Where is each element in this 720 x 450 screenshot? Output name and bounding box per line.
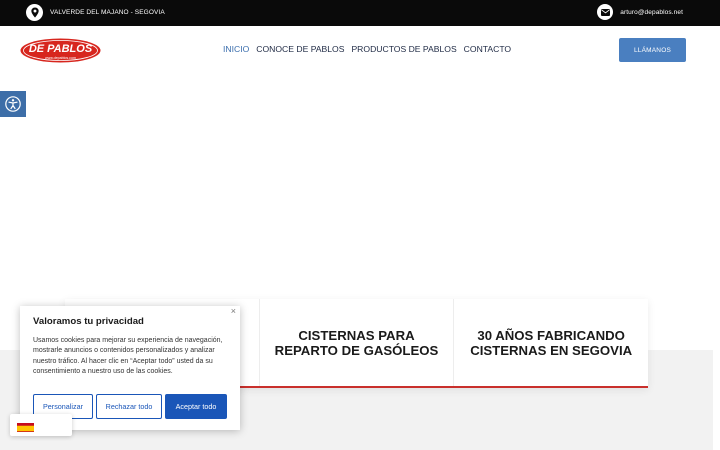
reject-all-button[interactable]: Rechazar todo: [96, 394, 162, 419]
nav-contacto[interactable]: CONTACTO: [464, 44, 511, 54]
call-button[interactable]: LLÁMANOS: [619, 38, 686, 62]
page: VALVERDE DEL MAJANO - SEGOVIA arturo@dep…: [0, 0, 720, 450]
feature-title-2: CISTERNAS PARA REPARTO DE GASÓLEOS: [275, 328, 439, 358]
close-icon[interactable]: ×: [231, 306, 236, 316]
cookie-title: Valoramos tu privacidad: [33, 316, 144, 327]
nav-inicio[interactable]: INICIO: [223, 44, 249, 54]
cookie-text: Usamos cookies para mejorar su experienc…: [33, 337, 223, 376]
feature-title-3-line-1: 30 AÑOS FABRICANDO: [477, 327, 625, 343]
language-selector[interactable]: [10, 414, 72, 436]
feature-title-2-line-2: REPARTO DE GASÓLEOS: [274, 342, 439, 358]
location-info: VALVERDE DEL MAJANO - SEGOVIA: [26, 4, 165, 21]
email-info[interactable]: arturo@depablos.net: [597, 4, 683, 20]
feature-card-2: CISTERNAS PARA REPARTO DE GASÓLEOS: [260, 299, 455, 386]
accessibility-button[interactable]: [0, 91, 26, 117]
logo[interactable]: DE PABLOS www.depablos.com: [20, 38, 101, 63]
feature-title-2-line-1: CISTERNAS PARA: [298, 327, 415, 343]
accessibility-icon: [5, 96, 21, 112]
main-nav: INICIO CONOCE DE PABLOS PRODUCTOS DE PAB…: [223, 44, 511, 54]
email-link[interactable]: arturo@depablos.net: [620, 9, 683, 16]
feature-card-3: 30 AÑOS FABRICANDO CISTERNAS EN SEGOVIA: [454, 299, 648, 386]
svg-text:DE PABLOS: DE PABLOS: [29, 43, 93, 55]
site-header: DE PABLOS www.depablos.com INICIO CONOCE…: [0, 26, 720, 76]
cookie-consent-dialog: × Valoramos tu privacidad Usamos cookies…: [20, 306, 240, 430]
feature-title-3-line-2: CISTERNAS EN SEGOVIA: [470, 342, 633, 358]
top-bar: VALVERDE DEL MAJANO - SEGOVIA arturo@dep…: [0, 0, 720, 26]
location-text: VALVERDE DEL MAJANO - SEGOVIA: [50, 9, 165, 16]
feature-title-3: 30 AÑOS FABRICANDO CISTERNAS EN SEGOVIA: [470, 328, 632, 358]
spain-flag-icon: [17, 421, 34, 432]
nav-productos[interactable]: PRODUCTOS DE PABLOS: [351, 44, 456, 54]
svg-text:www.depablos.com: www.depablos.com: [45, 56, 76, 60]
envelope-icon: [597, 4, 614, 20]
nav-conoce-de-pablos[interactable]: CONOCE DE PABLOS: [256, 44, 344, 54]
accept-all-button[interactable]: Aceptar todo: [165, 394, 227, 419]
map-pin-icon: [26, 4, 43, 21]
